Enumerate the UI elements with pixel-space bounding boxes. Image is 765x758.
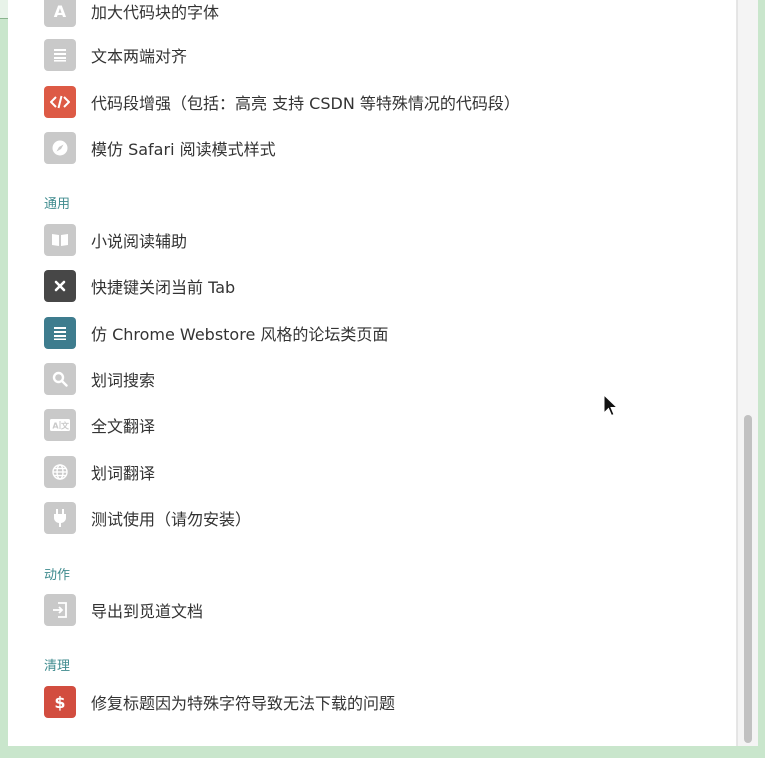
list-item-safari-reader[interactable]: 模仿 Safari 阅读模式样式 xyxy=(44,132,276,164)
list-item-label: 导出到觅道文档 xyxy=(91,602,204,621)
list-item-selection-translate[interactable]: 划词翻译 xyxy=(44,456,155,488)
list-item-export-doc[interactable]: 导出到觅道文档 xyxy=(44,594,203,626)
list-item-webstore-style[interactable]: 仿 Chrome Webstore 风格的论坛类页面 xyxy=(44,317,388,349)
list-item-close-tab-shortcut[interactable]: 快捷键关闭当前 Tab xyxy=(44,270,235,302)
svg-text:$: $ xyxy=(54,693,65,712)
export-icon xyxy=(44,594,76,626)
list-item-label: 全文翻译 xyxy=(91,417,156,436)
svg-text:文: 文 xyxy=(61,421,70,431)
list-item-label: 测试使用（请勿安装） xyxy=(91,510,252,529)
list-item-label: 文本两端对齐 xyxy=(91,47,188,66)
close-icon xyxy=(44,270,76,302)
list-item-code-enhance[interactable]: 代码段增强（包括：高亮 支持 CSDN 等特殊情况的代码段） xyxy=(44,86,520,118)
svg-text:A: A xyxy=(54,2,67,20)
section-heading-cleanup: 清理 xyxy=(44,659,71,674)
align-justify-icon xyxy=(44,39,76,71)
list-item-label: 仿 Chrome Webstore 风格的论坛类页面 xyxy=(91,325,389,344)
list-item-label: 修复标题因为特殊字符导致无法下载的问题 xyxy=(91,694,396,713)
code-icon xyxy=(44,86,76,118)
svg-text:A: A xyxy=(52,422,59,431)
scrollbar-thumb[interactable] xyxy=(744,415,752,743)
globe-icon xyxy=(44,456,76,488)
list-item-testing[interactable]: 测试使用（请勿安装） xyxy=(44,502,251,534)
list-icon xyxy=(44,317,76,349)
search-icon xyxy=(44,363,76,395)
list-item-fix-title-download[interactable]: $ 修复标题因为特殊字符导致无法下载的问题 xyxy=(44,686,395,718)
list-item-label: 代码段增强（包括：高亮 支持 CSDN 等特殊情况的代码段） xyxy=(91,94,520,113)
list-item-full-translate[interactable]: A 文 全文翻译 xyxy=(44,409,155,441)
section-heading-general: 通用 xyxy=(44,197,71,212)
vertical-scrollbar[interactable] xyxy=(737,0,758,746)
letter-a-icon: A xyxy=(44,0,76,27)
list-item-label: 加大代码块的字体 xyxy=(91,3,220,22)
section-heading-actions: 动作 xyxy=(44,568,71,583)
book-icon xyxy=(44,224,76,256)
list-item-novel-reader[interactable]: 小说阅读辅助 xyxy=(44,224,187,256)
list-item-label: 小说阅读辅助 xyxy=(91,232,188,251)
dollar-icon: $ xyxy=(44,686,76,718)
list-item-label: 快捷键关闭当前 Tab xyxy=(91,278,236,297)
list-item-label: 划词翻译 xyxy=(91,464,156,483)
list-item-selection-search[interactable]: 划词搜索 xyxy=(44,363,155,395)
list-item-bigger-code-font[interactable]: A 加大代码块的字体 xyxy=(44,0,219,27)
list-item-justify-text[interactable]: 文本两端对齐 xyxy=(44,39,187,71)
list-item-label: 模仿 Safari 阅读模式样式 xyxy=(91,140,276,159)
compass-icon xyxy=(44,132,76,164)
list-item-label: 划词搜索 xyxy=(91,371,156,390)
translate-icon: A 文 xyxy=(44,409,76,441)
mouse-pointer-icon xyxy=(603,394,619,417)
plug-icon xyxy=(44,502,76,534)
